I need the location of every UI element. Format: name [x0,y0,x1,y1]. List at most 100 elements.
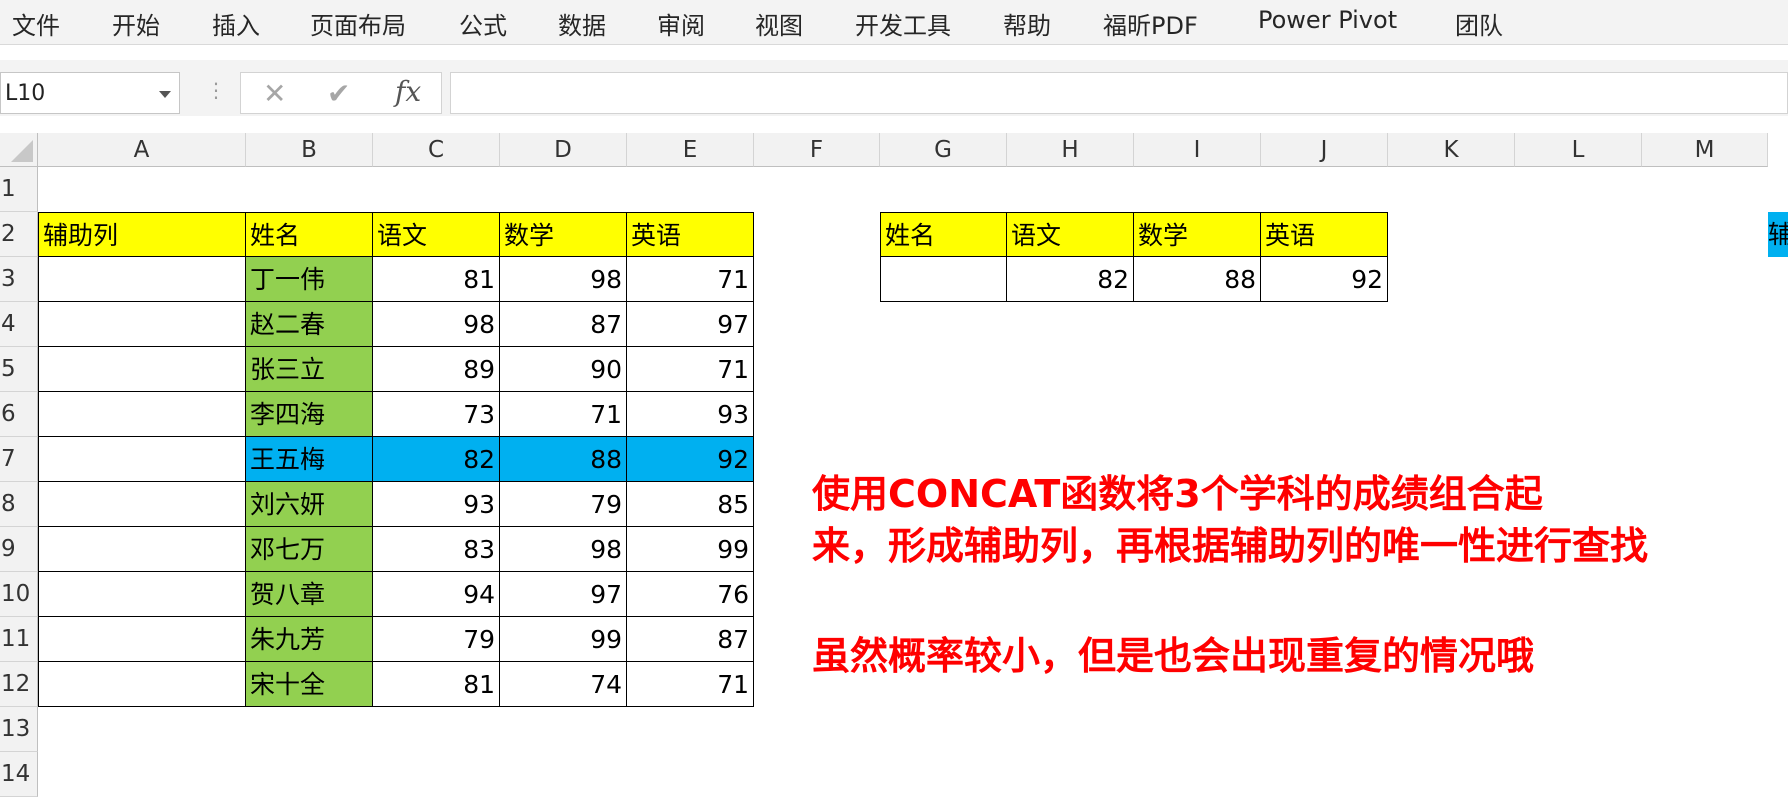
lookup-header-J[interactable]: 英语 [1261,212,1388,257]
cell-B3[interactable]: 丁一伟 [246,257,373,302]
lookup-header-I[interactable]: 数学 [1134,212,1261,257]
header-cell-E[interactable]: 英语 [627,212,754,257]
formula-input[interactable] [450,72,1788,114]
row-header-8[interactable]: 8 [0,482,38,527]
cell-C5[interactable]: 89 [373,347,500,392]
column-header-L[interactable]: L [1515,133,1642,167]
cell-C7[interactable]: 82 [373,437,500,482]
column-header-K[interactable]: K [1388,133,1515,167]
column-header-I[interactable]: I [1134,133,1261,167]
tab-developer[interactable]: 开发工具 [855,6,951,41]
chevron-down-icon[interactable] [159,91,171,98]
cell-D4[interactable]: 87 [500,302,627,347]
tab-help[interactable]: 帮助 [1003,6,1051,41]
lookup-cell-I3[interactable]: 88 [1134,257,1261,302]
row-header-12[interactable]: 12 [0,662,38,707]
row-header-9[interactable]: 9 [0,527,38,572]
cell-E12[interactable]: 71 [627,662,754,707]
row-header-10[interactable]: 10 [0,572,38,617]
tab-team[interactable]: 团队 [1455,6,1503,41]
tab-view[interactable]: 视图 [755,6,803,41]
row-header-7[interactable]: 7 [0,437,38,482]
cell-C4[interactable]: 98 [373,302,500,347]
cell-A3[interactable] [38,257,246,302]
row-header-14[interactable]: 14 [0,752,38,797]
column-header-H[interactable]: H [1007,133,1134,167]
row-header-1[interactable]: 1 [0,167,38,212]
cell-E7[interactable]: 92 [627,437,754,482]
cell-D7[interactable]: 88 [500,437,627,482]
cell-B10[interactable]: 贺八章 [246,572,373,617]
cell-A11[interactable] [38,617,246,662]
cell-D3[interactable]: 98 [500,257,627,302]
lookup-header-H[interactable]: 语文 [1007,212,1134,257]
cell-C8[interactable]: 93 [373,482,500,527]
cancel-icon[interactable]: ✕ [263,77,286,110]
cell-E8[interactable]: 85 [627,482,754,527]
cell-A5[interactable] [38,347,246,392]
cell-D11[interactable]: 99 [500,617,627,662]
cell-B12[interactable]: 宋十全 [246,662,373,707]
cell-C12[interactable]: 81 [373,662,500,707]
lookup-cell-J3[interactable]: 92 [1261,257,1388,302]
cell-D12[interactable]: 74 [500,662,627,707]
tab-power-pivot[interactable]: Power Pivot [1258,6,1397,34]
cell-E6[interactable]: 93 [627,392,754,437]
cell-D10[interactable]: 97 [500,572,627,617]
cell-A7[interactable] [38,437,246,482]
drag-handle-icon[interactable]: ⋮ [206,78,226,102]
tab-home[interactable]: 开始 [112,6,160,41]
cell-B8[interactable]: 刘六妍 [246,482,373,527]
cell-C6[interactable]: 73 [373,392,500,437]
cell-C9[interactable]: 83 [373,527,500,572]
header-cell-D[interactable]: 数学 [500,212,627,257]
lookup-cell-G3[interactable] [880,257,1007,302]
cell-E11[interactable]: 87 [627,617,754,662]
row-header-11[interactable]: 11 [0,617,38,662]
tab-formulas[interactable]: 公式 [459,6,507,41]
cell-D6[interactable]: 71 [500,392,627,437]
cell-E4[interactable]: 97 [627,302,754,347]
cell-C11[interactable]: 79 [373,617,500,662]
cell-A10[interactable] [38,572,246,617]
cell-C10[interactable]: 94 [373,572,500,617]
name-box[interactable]: L10 [0,72,180,114]
cell-A4[interactable] [38,302,246,347]
cell-B6[interactable]: 李四海 [246,392,373,437]
cell-E10[interactable]: 76 [627,572,754,617]
cell-N2[interactable]: 辅 [1768,212,1788,257]
cell-A8[interactable] [38,482,246,527]
header-cell-C[interactable]: 语文 [373,212,500,257]
row-header-5[interactable]: 5 [0,347,38,392]
column-header-A[interactable]: A [38,133,246,167]
header-cell-B[interactable]: 姓名 [246,212,373,257]
column-header-D[interactable]: D [500,133,627,167]
cell-B9[interactable]: 邓七万 [246,527,373,572]
cell-E9[interactable]: 99 [627,527,754,572]
row-header-3[interactable]: 3 [0,257,38,302]
lookup-header-G[interactable]: 姓名 [880,212,1007,257]
row-header-6[interactable]: 6 [0,392,38,437]
column-header-F[interactable]: F [754,133,880,167]
column-header-M[interactable]: M [1642,133,1768,167]
select-all-corner[interactable] [0,133,38,167]
tab-insert[interactable]: 插入 [212,6,260,41]
header-cell-A[interactable]: 辅助列 [38,212,246,257]
cell-B4[interactable]: 赵二春 [246,302,373,347]
cell-B7[interactable]: 王五梅 [246,437,373,482]
cell-D9[interactable]: 98 [500,527,627,572]
cell-A6[interactable] [38,392,246,437]
tab-data[interactable]: 数据 [558,6,606,41]
enter-icon[interactable]: ✔ [327,77,350,110]
tab-file[interactable]: 文件 [12,6,60,41]
tab-review[interactable]: 审阅 [657,6,705,41]
row-header-2[interactable]: 2 [0,212,38,257]
cell-E5[interactable]: 71 [627,347,754,392]
cell-E3[interactable]: 71 [627,257,754,302]
column-header-J[interactable]: J [1261,133,1388,167]
tab-page-layout[interactable]: 页面布局 [310,6,406,41]
cell-B5[interactable]: 张三立 [246,347,373,392]
column-header-G[interactable]: G [880,133,1007,167]
cell-A9[interactable] [38,527,246,572]
cell-A12[interactable] [38,662,246,707]
